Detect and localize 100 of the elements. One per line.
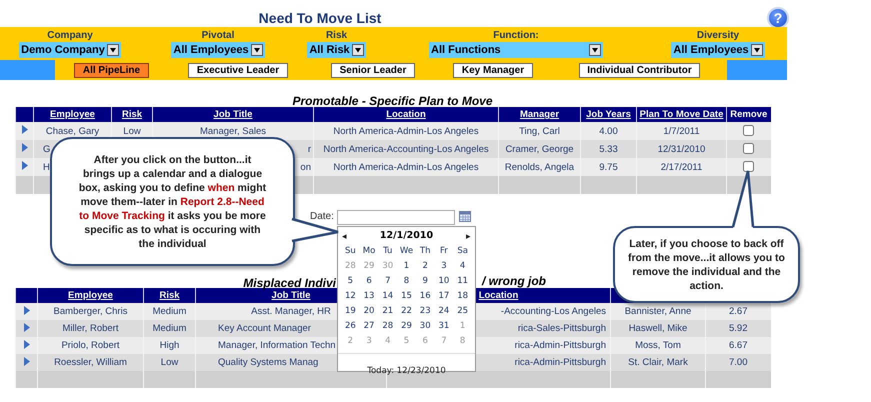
table-cell: 2/17/2011: [660, 162, 702, 172]
calendar-day[interactable]: 14: [378, 289, 398, 304]
calendar-day[interactable]: 8: [397, 274, 416, 289]
calendar-day[interactable]: 15: [397, 289, 416, 304]
filter-tab[interactable]: Key Manager: [453, 63, 533, 78]
calendar-day[interactable]: 30: [416, 319, 435, 334]
filter-label: Company: [47, 29, 93, 42]
filter-label: Pivotal: [202, 29, 234, 42]
remove-checkbox[interactable]: [743, 143, 754, 154]
filter-tab[interactable]: Senior Leader: [331, 63, 415, 78]
date-field[interactable]: [337, 210, 455, 225]
table-cell: Haswell, Mike: [628, 323, 688, 334]
table-title: Promotable - Specific Plan to Move: [292, 94, 493, 108]
calendar-day[interactable]: 6: [360, 274, 378, 289]
table-cell: Low: [160, 357, 178, 368]
column-header[interactable]: Location: [386, 109, 426, 120]
table-cell: 7.00: [729, 357, 748, 368]
date-label: Date:: [310, 211, 334, 222]
today-link[interactable]: Today: 12/23/2010: [367, 366, 446, 376]
calendar-day[interactable]: 27: [360, 319, 378, 334]
calendar-icon[interactable]: [459, 211, 471, 222]
calendar-day[interactable]: 17: [434, 289, 454, 304]
filter-label: Function:: [493, 29, 539, 42]
table-cell: Renolds, Angela: [504, 162, 574, 172]
calendar-day[interactable]: 31: [434, 319, 454, 334]
table-cell: Chase, Gary: [46, 126, 100, 136]
weekday-label: Mo: [362, 245, 376, 258]
table-cell: rica-Sales-Pittsburgh: [518, 323, 606, 334]
calendar-day[interactable]: 26: [341, 319, 360, 334]
page-title: Need To Move List: [258, 9, 382, 27]
callout-text: Later, if you choose to back off from the move...it allows you to remove the individual and the action.: [627, 236, 786, 292]
table-cell: High: [160, 340, 180, 351]
calendar-day[interactable]: 10: [434, 274, 454, 289]
table-cell: 5.92: [729, 323, 748, 334]
table-cell: 12/31/2010: [658, 144, 706, 154]
filter-tab[interactable]: All PipeLine: [74, 63, 149, 78]
table-cell: 6.67: [729, 340, 748, 351]
table-cell: r: [308, 144, 311, 154]
column-header[interactable]: Job Title: [272, 290, 310, 301]
next-month-button[interactable]: ▸: [466, 230, 471, 242]
calendar-day[interactable]: 28: [378, 319, 398, 334]
previous-month-button[interactable]: ◂: [342, 230, 347, 242]
table-cell: Medium: [152, 323, 186, 334]
calendar-day[interactable]: 11: [453, 274, 472, 289]
table-cell: Bamberger, Chris: [54, 306, 128, 317]
weekday-label: Fr: [439, 245, 449, 258]
calendar-day[interactable]: 3: [434, 259, 454, 274]
calendar-day[interactable]: 12: [341, 289, 360, 304]
dropdown[interactable]: All Employees: [171, 42, 265, 58]
column-header[interactable]: Location: [478, 290, 518, 301]
calendar-day[interactable]: 25: [453, 304, 472, 319]
filter-tab[interactable]: Individual Contributor: [579, 63, 700, 78]
filter-label: Diversity: [696, 29, 740, 42]
table-cell: rica-Admin-Pittsburgh: [514, 357, 606, 368]
calendar-day[interactable]: 4: [453, 259, 472, 274]
table-cell: Key Account Manager: [218, 323, 311, 334]
calendar-month: 12/1/2010: [380, 230, 434, 241]
table-cell: Ting, Carl: [519, 126, 560, 136]
calendar-day[interactable]: 19: [341, 304, 360, 319]
calendar-day[interactable]: 24: [434, 304, 454, 319]
table-cell: H: [43, 162, 50, 172]
calendar-day[interactable]: 18: [453, 289, 472, 304]
table-cell: 5.33: [599, 144, 618, 154]
dropdown[interactable]: Demo Company: [19, 42, 121, 58]
calendar-day[interactable]: 7: [378, 274, 398, 289]
table-cell: Roessler, William: [54, 357, 127, 368]
dropdown[interactable]: All Risk: [307, 42, 366, 58]
dropdown[interactable]: All Functions: [429, 42, 603, 58]
calendar-day[interactable]: 21: [378, 304, 398, 319]
calendar-day[interactable]: 2: [416, 259, 435, 274]
calendar-day[interactable]: 22: [397, 304, 416, 319]
table-cell: 9.75: [599, 162, 618, 172]
table-cell: -Accounting-Los Angeles: [500, 306, 606, 317]
table-cell: North America-Admin-Los Angeles: [333, 126, 479, 136]
calendar-day[interactable]: 13: [360, 289, 378, 304]
weekday-label: Tu: [382, 245, 394, 258]
table-cell: rica-Admin-Pittsburgh: [514, 340, 606, 351]
table-cell: 4.00: [599, 126, 618, 136]
table-cell: Low: [123, 126, 141, 136]
column-header[interactable]: Job Title: [214, 109, 252, 120]
table-cell: G: [43, 144, 50, 154]
table-cell: Moss, Tom: [635, 340, 681, 351]
calendar-day[interactable]: 5: [341, 274, 360, 289]
table-cell: Asst. Manager, HR: [251, 306, 331, 317]
calendar-day[interactable]: 9: [416, 274, 435, 289]
calendar-day[interactable]: 23: [416, 304, 435, 319]
calendar-day[interactable]: 20: [360, 304, 378, 319]
calendar-day[interactable]: 1: [397, 259, 416, 274]
table-cell: Priolo, Robert: [61, 340, 120, 351]
table-cell: North America-Admin-Los Angeles: [333, 162, 479, 172]
table-cell: 1/7/2011: [663, 126, 700, 136]
filter-tab[interactable]: Executive Leader: [188, 63, 288, 78]
remove-checkbox[interactable]: [743, 161, 754, 172]
calendar-day[interactable]: 16: [416, 289, 435, 304]
calendar-day[interactable]: 29: [397, 319, 416, 334]
table-cell: St. Clair, Mark: [628, 357, 688, 368]
remove-checkbox[interactable]: [743, 125, 754, 136]
dropdown[interactable]: All Employees: [671, 42, 765, 58]
table-cell: Medium: [152, 306, 186, 317]
table-cell: Cramer, George: [505, 144, 574, 154]
